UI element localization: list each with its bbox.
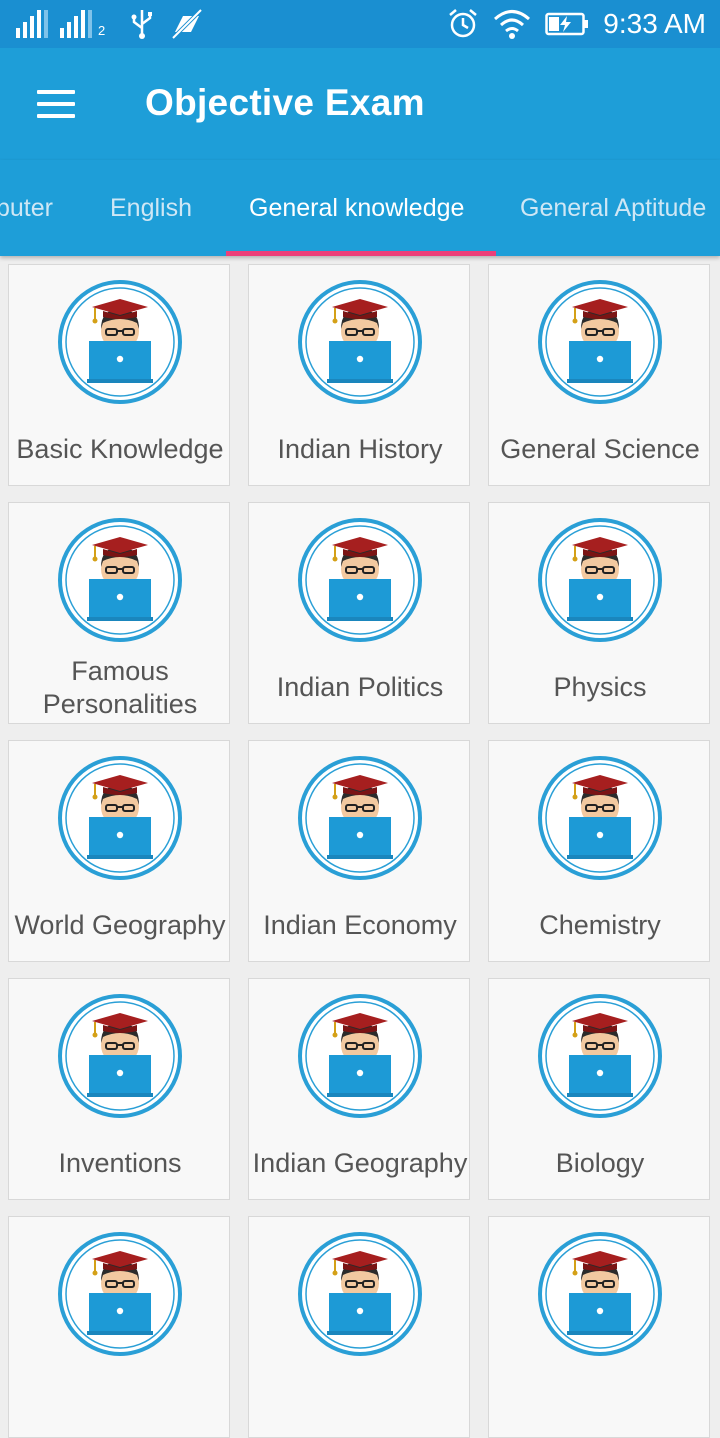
graduate-laptop-icon — [298, 994, 422, 1118]
category-label: Biology — [555, 1148, 645, 1178]
category-card[interactable]: General Science — [488, 264, 710, 486]
tab-general-knowledge[interactable]: General knowledge — [249, 194, 464, 223]
category-label: Basic Knowledge — [16, 434, 224, 464]
graduate-laptop-icon — [298, 280, 422, 404]
category-tab-bar: puter English General knowledge General … — [0, 160, 720, 256]
category-card[interactable]: Famous Personalities — [8, 502, 230, 724]
graduate-laptop-icon — [538, 1232, 662, 1356]
alarm-icon — [449, 9, 478, 38]
menu-icon[interactable] — [20, 78, 92, 130]
tab-english[interactable]: English — [110, 194, 192, 223]
tab-computer[interactable]: puter — [0, 194, 53, 223]
category-label: Indian Politics — [276, 672, 444, 702]
wifi-icon — [494, 10, 531, 39]
graduate-laptop-icon — [298, 1232, 422, 1356]
category-label: Inventions — [58, 1148, 182, 1178]
category-card[interactable]: Basic Knowledge — [8, 264, 230, 486]
tab-general-aptitude[interactable]: General Aptitude — [520, 194, 706, 223]
graduate-laptop-icon — [538, 280, 662, 404]
graduate-laptop-icon — [538, 756, 662, 880]
category-label: Indian History — [277, 434, 443, 464]
category-card[interactable] — [488, 1216, 710, 1438]
category-card[interactable] — [248, 1216, 470, 1438]
sim2-number: 2 — [98, 23, 106, 38]
category-label: World Geography — [14, 910, 226, 940]
notification-off-icon — [171, 8, 203, 40]
category-card[interactable]: Indian Economy — [248, 740, 470, 962]
category-card[interactable]: Indian Geography — [248, 978, 470, 1200]
category-card[interactable]: Chemistry — [488, 740, 710, 962]
graduate-laptop-icon — [58, 1232, 182, 1356]
signal-icon — [16, 10, 48, 38]
graduate-laptop-icon — [538, 518, 662, 642]
app-title: Objective Exam — [145, 82, 425, 123]
category-label: General Science — [500, 434, 700, 464]
graduate-laptop-icon — [538, 994, 662, 1118]
category-card[interactable]: Indian History — [248, 264, 470, 486]
status-bar: 2 9:33 AM — [0, 0, 720, 48]
usb-icon — [131, 10, 153, 39]
category-label: Indian Geography — [252, 1148, 468, 1178]
graduate-laptop-icon — [58, 280, 182, 404]
category-label: Chemistry — [539, 910, 661, 940]
category-card[interactable]: World Geography — [8, 740, 230, 962]
category-card[interactable]: Biology — [488, 978, 710, 1200]
graduate-laptop-icon — [298, 518, 422, 642]
battery-charging-icon — [545, 12, 589, 36]
category-card[interactable]: Physics — [488, 502, 710, 724]
category-label: Indian Economy — [263, 910, 457, 940]
category-card[interactable]: Inventions — [8, 978, 230, 1200]
clock: 9:33 AM — [603, 8, 706, 39]
category-card[interactable]: Indian Politics — [248, 502, 470, 724]
category-label: Famous Personalities — [42, 656, 198, 719]
graduate-laptop-icon — [58, 994, 182, 1118]
app-bar: Objective Exam — [0, 48, 720, 160]
active-tab-indicator — [226, 251, 496, 256]
graduate-laptop-icon — [298, 756, 422, 880]
category-card[interactable] — [8, 1216, 230, 1438]
category-label: Physics — [553, 672, 647, 702]
signal-sim2-icon — [60, 10, 92, 38]
graduate-laptop-icon — [58, 518, 182, 642]
graduate-laptop-icon — [58, 756, 182, 880]
